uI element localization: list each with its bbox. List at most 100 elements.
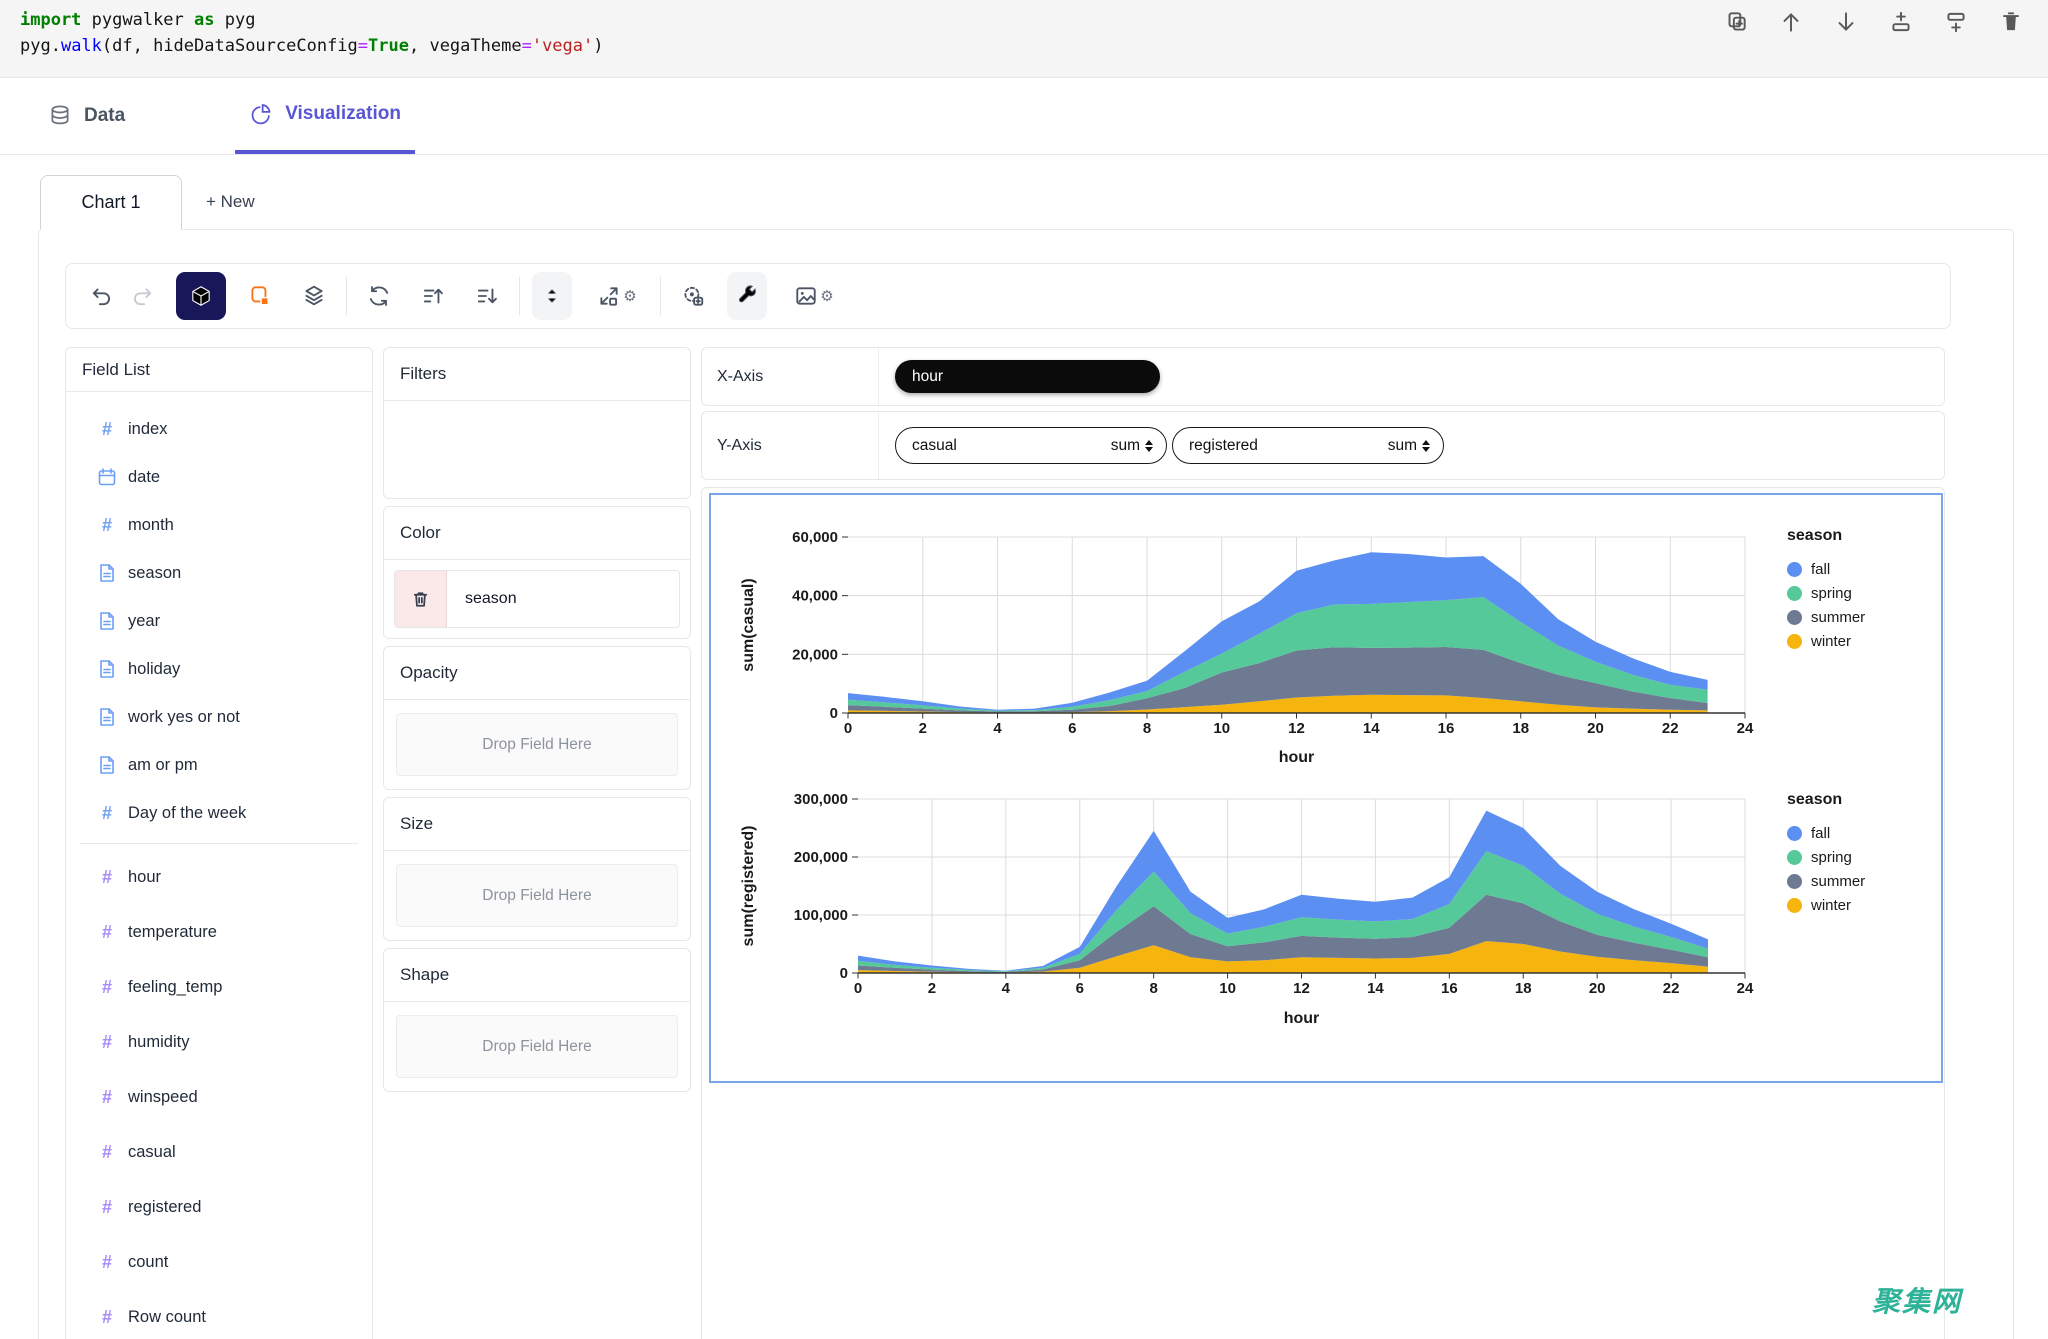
pygwalker-app: import pygwalker as pyg pyg.walk(df, hide… bbox=[0, 0, 2048, 1339]
svg-text:20: 20 bbox=[1587, 720, 1604, 737]
svg-text:2: 2 bbox=[928, 980, 936, 997]
field-item-count[interactable]: # count bbox=[66, 1235, 372, 1290]
legend-color-dot bbox=[1787, 897, 1802, 913]
code-token: = bbox=[357, 36, 369, 56]
notebook-code-cell[interactable]: import pygwalker as pyg pyg.walk(df, hide… bbox=[0, 0, 2048, 78]
code-token: = bbox=[521, 36, 532, 56]
field-item-day-of-the-week[interactable]: # Day of the week bbox=[66, 789, 372, 837]
hash-icon: # bbox=[101, 802, 112, 823]
code-token: ) bbox=[593, 36, 604, 56]
field-item-casual[interactable]: # casual bbox=[66, 1125, 372, 1180]
field-list-divider bbox=[80, 843, 358, 844]
svg-text:4: 4 bbox=[993, 720, 1002, 737]
svg-text:0: 0 bbox=[830, 705, 838, 722]
field-item-feeling_temp[interactable]: # feeling_temp bbox=[66, 960, 372, 1015]
insert-cell-above-icon[interactable] bbox=[1887, 8, 1915, 36]
explore-selection-icon[interactable] bbox=[673, 276, 713, 316]
visualization-workspace: ⚙ ⚙ Field List # index date # month season yea… bbox=[38, 229, 2014, 1339]
field-item-temperature[interactable]: # temperature bbox=[66, 905, 372, 960]
field-item-holiday[interactable]: holiday bbox=[66, 645, 372, 693]
color-field-pill[interactable]: season bbox=[394, 570, 680, 628]
config-button[interactable] bbox=[727, 272, 767, 320]
field-item-year[interactable]: year bbox=[66, 597, 372, 645]
doc-icon bbox=[96, 610, 118, 632]
registered-area-chart: 0 2 4 6 8 10 12 14 16 18 20 22 240100,000200,000300,… bbox=[740, 791, 1754, 1027]
field-item-date[interactable]: date bbox=[66, 453, 372, 501]
field-item-month[interactable]: # month bbox=[66, 501, 372, 549]
sort-descending-icon[interactable] bbox=[467, 276, 507, 316]
refresh-icon[interactable] bbox=[359, 276, 399, 316]
watermark: 聚集网 bbox=[1872, 1286, 1963, 1317]
svg-text:24: 24 bbox=[1737, 980, 1754, 997]
delete-cell-icon[interactable] bbox=[1997, 8, 2025, 36]
svg-text:22: 22 bbox=[1663, 980, 1680, 997]
redo-icon[interactable] bbox=[122, 276, 162, 316]
x-axis-label: X-Axis bbox=[702, 348, 879, 405]
field-item-am-or-pm[interactable]: am or pm bbox=[66, 741, 372, 789]
field-item-hour[interactable]: # hour bbox=[66, 850, 372, 905]
remove-color-field-button[interactable] bbox=[395, 571, 447, 627]
svg-text:2: 2 bbox=[919, 720, 927, 737]
field-item-label: Day of the week bbox=[128, 803, 247, 822]
svg-text:16: 16 bbox=[1441, 980, 1458, 997]
size-title: Size bbox=[384, 798, 690, 851]
field-item-registered[interactable]: # registered bbox=[66, 1180, 372, 1235]
color-section: Color season bbox=[383, 506, 691, 639]
legend-entry-winter: winter bbox=[1787, 629, 1865, 653]
filters-dropzone[interactable] bbox=[384, 401, 690, 498]
svg-text:0: 0 bbox=[854, 980, 862, 997]
aggregation-toggle-button[interactable] bbox=[176, 272, 226, 320]
chart-canvas[interactable]: 0 2 4 6 8 10 12 14 16 18 20 22 24 0 20,000 40,000 60,000… bbox=[709, 493, 1943, 1083]
chevrons-up-down-icon[interactable] bbox=[1145, 439, 1153, 452]
code-line: import pygwalker as pyg bbox=[20, 7, 604, 33]
main-tab-bar: Data Visualization bbox=[0, 78, 2048, 155]
calendar-icon bbox=[96, 466, 118, 488]
tab-visualization[interactable]: Visualization bbox=[235, 78, 415, 154]
resize-icon[interactable]: ⚙ bbox=[586, 276, 648, 316]
field-item-label: humidity bbox=[128, 1033, 190, 1051]
svg-text:40,000: 40,000 bbox=[792, 588, 838, 605]
toolbar-divider bbox=[346, 277, 347, 315]
field-item-work-yes-or-not[interactable]: work yes or not bbox=[66, 693, 372, 741]
field-item-label: feeling_temp bbox=[128, 978, 223, 996]
field-item-label: year bbox=[128, 611, 161, 630]
chevrons-up-down-icon[interactable] bbox=[1422, 439, 1430, 452]
duplicate-cell-icon[interactable] bbox=[1722, 8, 1750, 36]
move-cell-up-icon[interactable] bbox=[1777, 8, 1805, 36]
field-item-winspeed[interactable]: # winspeed bbox=[66, 1070, 372, 1125]
svg-text:8: 8 bbox=[1149, 980, 1157, 997]
y-axis-field-pill-registered[interactable]: registered sum bbox=[1172, 427, 1444, 464]
svg-text:18: 18 bbox=[1515, 980, 1532, 997]
chart-tab-current[interactable]: Chart 1 bbox=[40, 175, 182, 230]
hash-icon: # bbox=[101, 977, 112, 997]
undo-icon[interactable] bbox=[82, 276, 122, 316]
field-item-humidity[interactable]: # humidity bbox=[66, 1015, 372, 1070]
expand-vertical-button[interactable] bbox=[532, 272, 572, 320]
tab-data[interactable]: Data bbox=[34, 78, 139, 154]
insert-cell-below-icon[interactable] bbox=[1942, 8, 1970, 36]
field-item-season[interactable]: season bbox=[66, 549, 372, 597]
sort-ascending-icon[interactable] bbox=[413, 276, 453, 316]
move-cell-down-icon[interactable] bbox=[1832, 8, 1860, 36]
export-image-icon[interactable]: ⚙ bbox=[781, 276, 847, 316]
new-chart-button[interactable]: + New bbox=[198, 188, 263, 216]
field-item-row-count[interactable]: # Row count bbox=[66, 1290, 372, 1339]
y-axis-dropzone[interactable]: casual sum registered sum bbox=[879, 427, 1444, 464]
y-axis-field-pill-casual[interactable]: casual sum bbox=[895, 427, 1167, 464]
x-axis-dropzone[interactable]: hour bbox=[879, 360, 1160, 393]
code-editor[interactable]: import pygwalker as pyg pyg.walk(df, hide… bbox=[20, 7, 604, 59]
shape-dropzone[interactable]: Drop Field Here bbox=[396, 1015, 678, 1078]
field-item-label: work yes or not bbox=[128, 707, 240, 726]
legend-color-dot bbox=[1787, 609, 1802, 625]
svg-text:hour: hour bbox=[1284, 1010, 1320, 1027]
svg-text:0: 0 bbox=[844, 720, 852, 737]
y-field-name: casual bbox=[912, 436, 957, 454]
mark-type-icon[interactable] bbox=[240, 276, 280, 316]
opacity-dropzone[interactable]: Drop Field Here bbox=[396, 713, 678, 776]
field-item-index[interactable]: # index bbox=[66, 405, 372, 453]
x-axis-field-pill[interactable]: hour bbox=[895, 360, 1160, 393]
field-item-label: hour bbox=[128, 868, 162, 886]
layers-icon[interactable] bbox=[294, 276, 334, 316]
size-dropzone[interactable]: Drop Field Here bbox=[396, 864, 678, 927]
svg-text:60,000: 60,000 bbox=[792, 529, 838, 546]
